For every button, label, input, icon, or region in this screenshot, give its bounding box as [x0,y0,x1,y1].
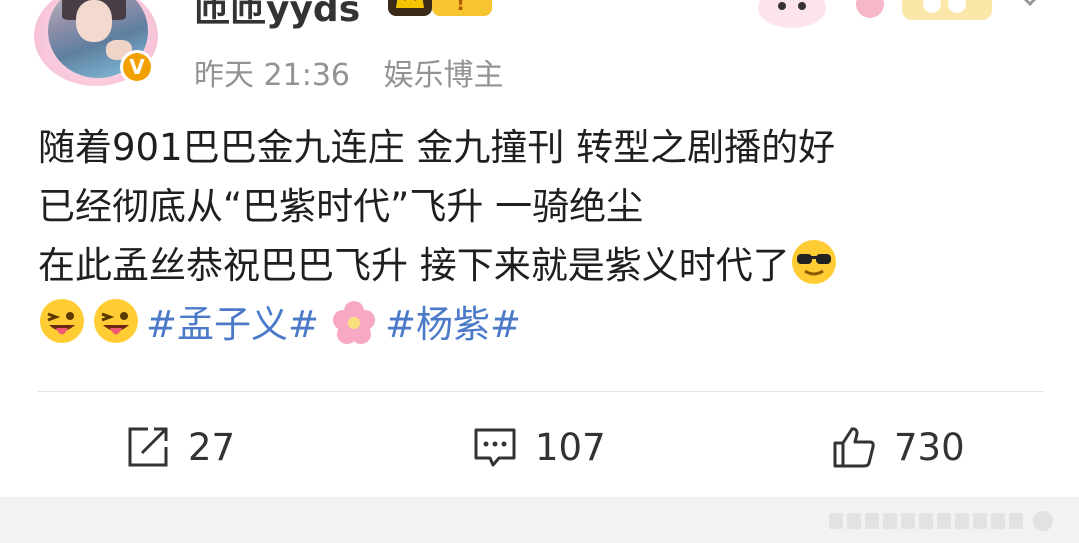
post-line-3-wrap: 在此孟丝恭祝巴巴飞升 接下来就是紫义时代了 [38,236,1038,295]
post-time: 昨天 21:36 [194,58,350,93]
verified-badge-label: V [123,53,151,81]
verified-badge: V [120,50,154,84]
post-line-4: #孟子义# #杨紫# [38,295,1038,354]
repost-button[interactable]: 27 [126,412,235,482]
comment-count: 107 [535,425,606,469]
watermark-icon [829,511,1053,531]
sunglasses-face-icon [791,240,836,284]
winking-tongue-face-icon [40,299,84,343]
divider [38,391,1044,392]
hashtag-yangzi[interactable]: #杨紫# [385,303,521,346]
comment-button[interactable]: 107 [473,412,606,482]
footer-bar [0,497,1079,543]
hashtag-mengziyi[interactable]: #孟子义# [146,303,319,346]
like-button[interactable]: 730 [832,412,965,482]
winking-tongue-face-icon [94,299,138,343]
like-count: 730 [894,425,965,469]
cherry-blossom-icon [333,301,376,344]
action-bar: 27 107 730 [0,412,1079,482]
post-text: 随着901巴巴金九连庄 金九撞刊 转型之剧播的好 已经彻底从“巴紫时代”飞升 一… [38,118,1038,354]
crown-badge-icon: ! [388,0,492,16]
post-line-1: 随着901巴巴金九连庄 金九撞刊 转型之剧播的好 [38,126,836,169]
post-line-2: 已经彻底从“巴紫时代”飞升 一骑绝尘 [38,185,644,228]
svg-text:!: ! [456,0,465,15]
user-category: 娱乐博主 [383,58,504,93]
thumbs-up-icon [833,427,875,468]
sticker-decoration-icon [758,0,1037,28]
repost-count: 27 [188,425,236,469]
username[interactable]: 匝匝yyds [194,0,360,32]
comment-icon [474,428,516,467]
post-line-3: 在此孟丝恭祝巴巴飞升 接下来就是紫义时代了 [38,244,790,287]
repost-icon [128,427,168,467]
post-meta: 昨天 21:36 娱乐博主 [194,50,528,94]
